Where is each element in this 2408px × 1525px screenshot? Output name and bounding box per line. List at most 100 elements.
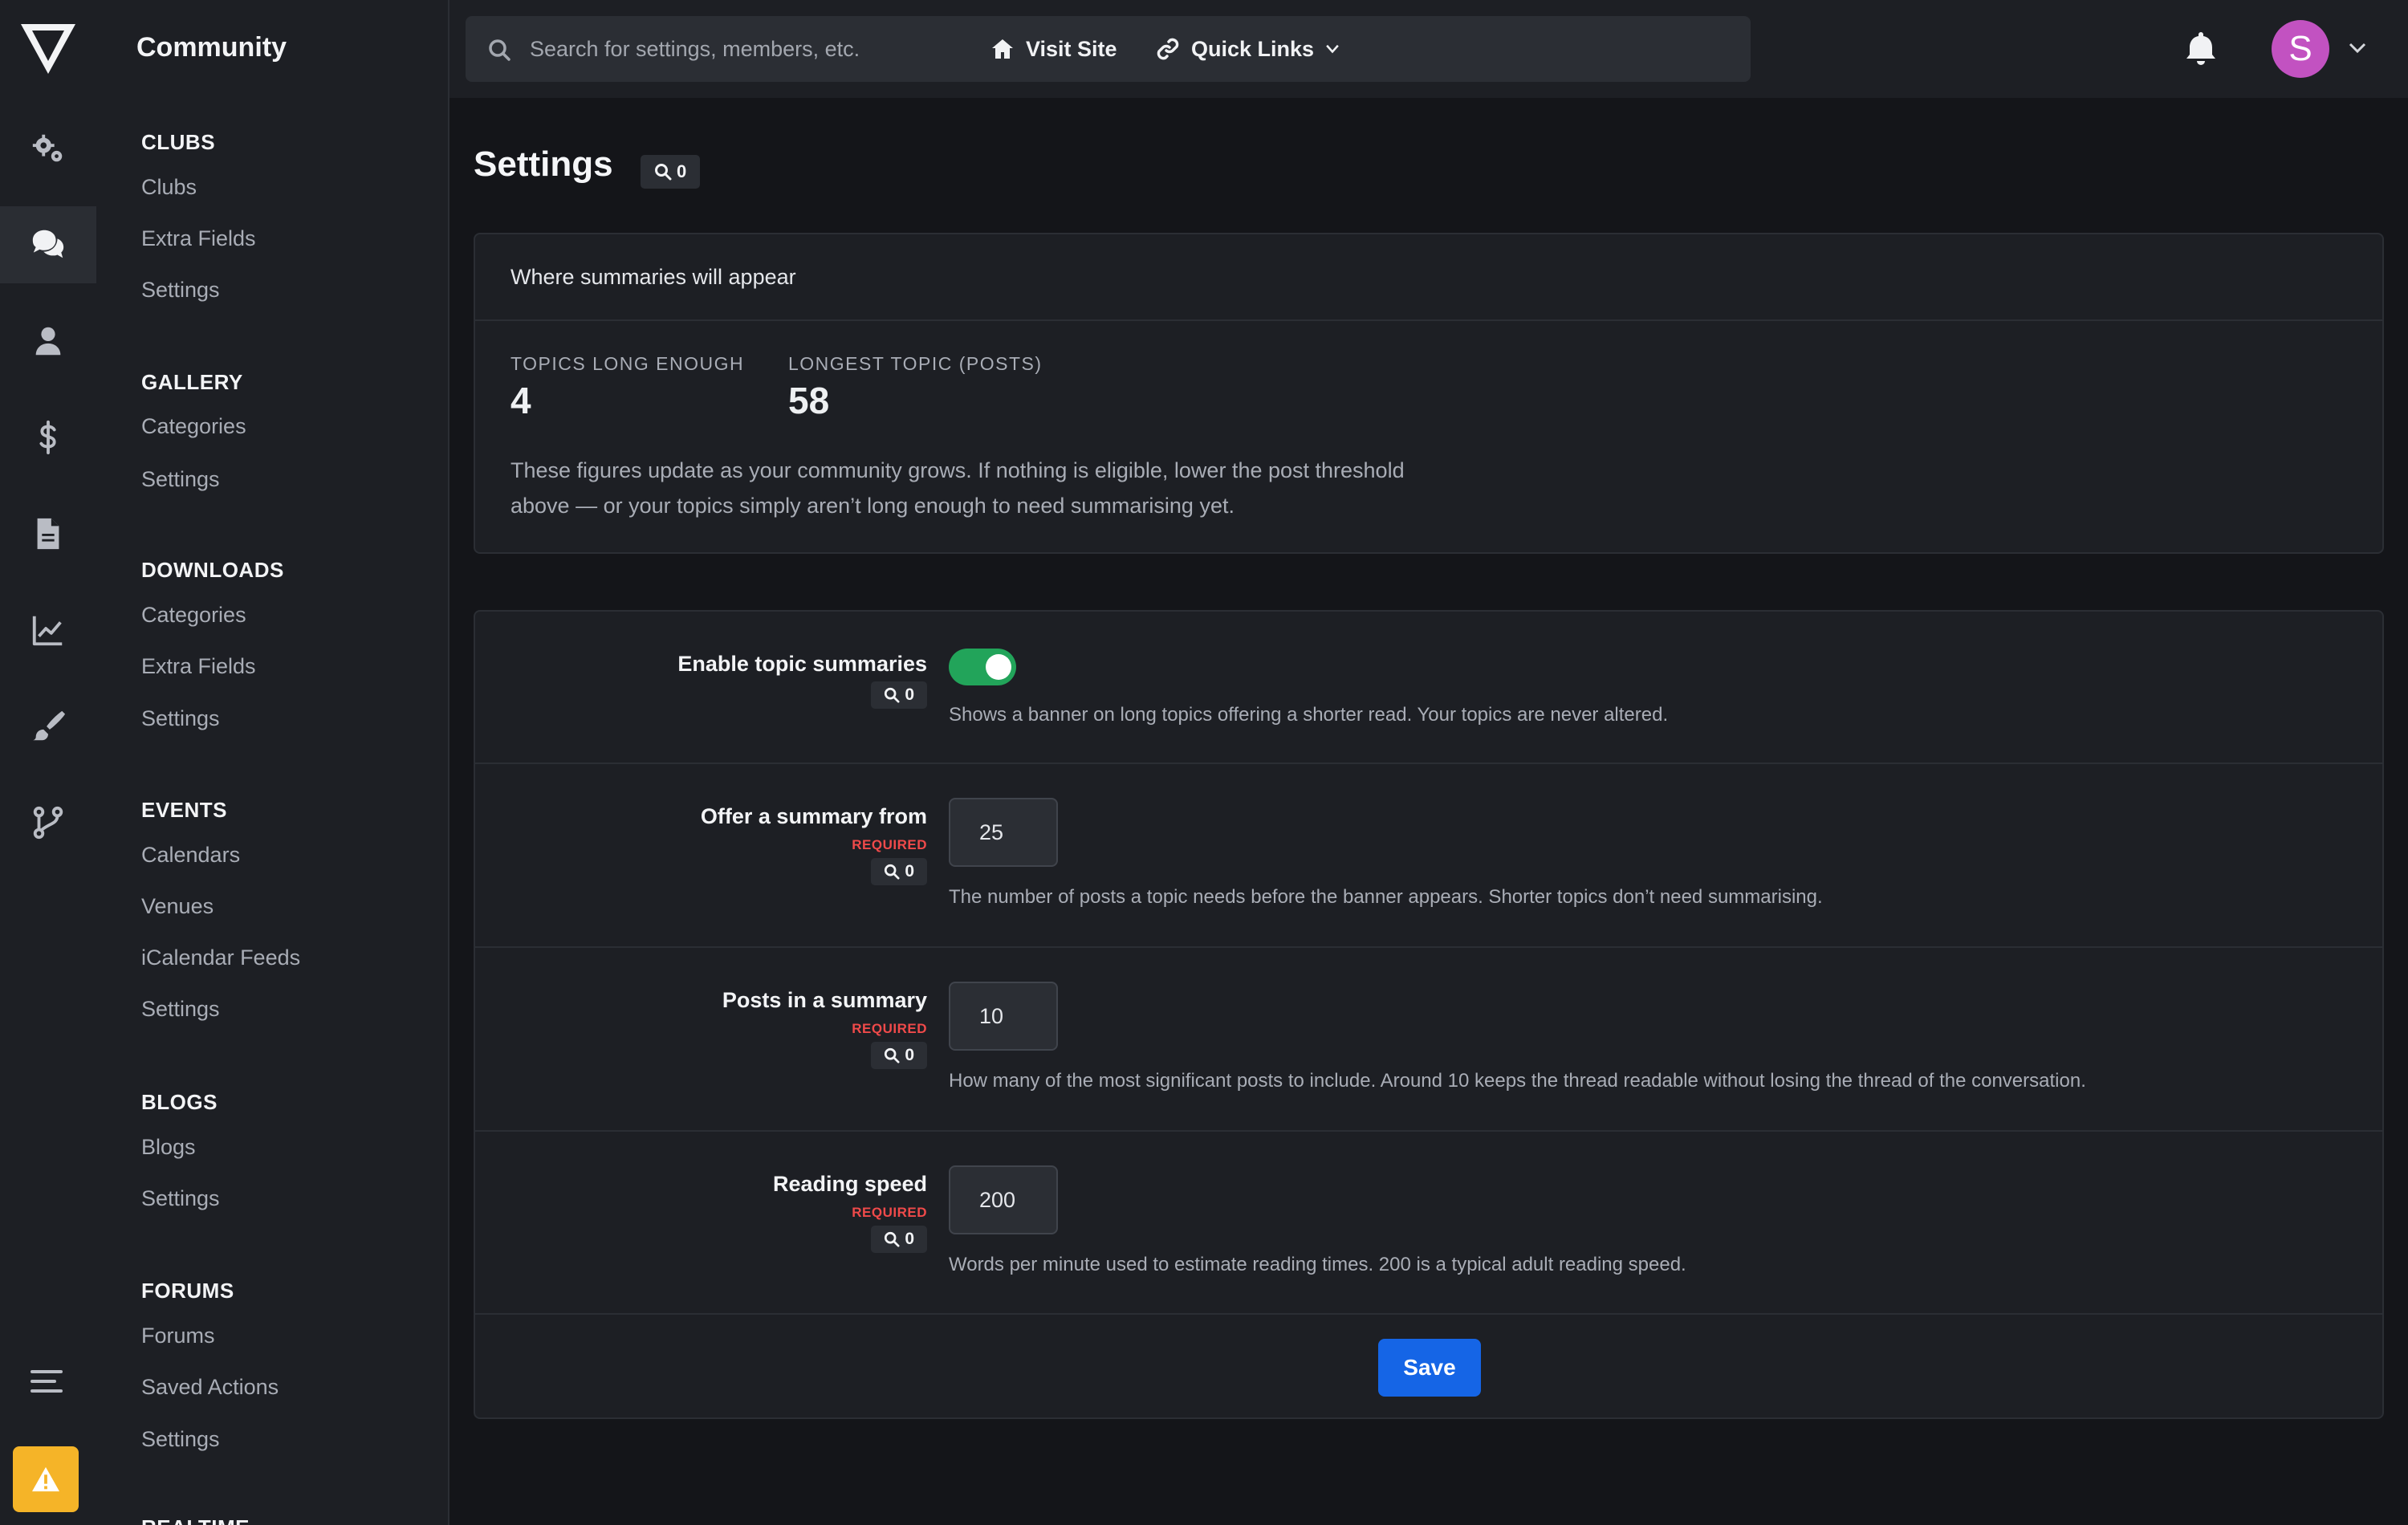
user-icon (35, 327, 61, 356)
setting-label: Reading speed (772, 1172, 927, 1196)
search-icon (885, 687, 900, 703)
setting-description: How many of the most significant posts t… (949, 1070, 2086, 1092)
card-heading: Where summaries will appear (475, 234, 2382, 321)
rail-item-members[interactable] (0, 303, 96, 380)
nav-link-forums-saved-actions[interactable]: Saved Actions (141, 1375, 279, 1400)
badge-count: 0 (905, 685, 914, 704)
nav-link-events-venues[interactable]: Venues (141, 894, 214, 919)
badge-count: 0 (677, 161, 687, 181)
nav-link-blogs[interactable]: Blogs (141, 1135, 196, 1160)
nav-link-clubs[interactable]: Clubs (141, 175, 197, 200)
chevron-down-icon (1326, 44, 1339, 54)
icon-rail (0, 0, 96, 1525)
nav-group-realtime: REALTIME (141, 1515, 250, 1525)
nav-link-events-icalendar-feeds[interactable]: iCalendar Feeds (141, 946, 300, 970)
stat-label-longest-topic: LONGEST TOPIC (POSTS) (788, 353, 1043, 374)
search-input[interactable] (530, 16, 1718, 82)
notifications-bell-icon[interactable] (2185, 31, 2217, 66)
rail-item-community[interactable] (0, 206, 96, 283)
logo-icon[interactable] (19, 22, 77, 75)
summary-eligibility-card: Where summaries will appear TOPICS LONG … (474, 233, 2384, 554)
setting-search-badge[interactable]: 0 (871, 1226, 927, 1253)
nav-link-downloads-settings[interactable]: Settings (141, 706, 220, 731)
badge-count: 0 (905, 862, 914, 880)
rail-item-customization[interactable] (0, 688, 96, 765)
quick-links-button[interactable]: Quick Links (1156, 29, 1340, 69)
nav-link-gallery-settings[interactable]: Settings (141, 467, 220, 492)
required-tag: REQUIRED (852, 1021, 927, 1036)
rail-item-system[interactable] (0, 110, 96, 187)
visit-site-label: Visit Site (1026, 36, 1117, 61)
nav-title: Community (136, 32, 287, 63)
setting-search-badge[interactable]: 0 (871, 1042, 927, 1069)
setting-row-reading-speed: Reading speed REQUIRED 0 Words per minut… (475, 1132, 2382, 1315)
nav-link-downloads-extra-fields[interactable]: Extra Fields (141, 654, 256, 679)
nav-link-downloads-categories[interactable]: Categories (141, 603, 246, 628)
user-avatar[interactable]: S (2272, 20, 2329, 78)
settings-form-card: Enable topic summaries 0 Shows a banner … (474, 610, 2384, 1419)
nav-link-blogs-settings[interactable]: Settings (141, 1186, 220, 1211)
search-keywords-badge[interactable]: 0 (641, 155, 701, 189)
secondary-nav: Community CLUBS Clubs Extra Fields Setti… (96, 0, 449, 1525)
setting-search-badge[interactable]: 0 (871, 858, 927, 885)
rail-item-content[interactable] (0, 495, 96, 572)
nav-group-blogs: BLOGS (141, 1090, 218, 1114)
nav-link-forums[interactable]: Forums (141, 1324, 215, 1348)
posts-in-summary-input[interactable] (949, 982, 1058, 1051)
nav-link-clubs-extra-fields[interactable]: Extra Fields (141, 226, 256, 251)
rail-item-stats[interactable] (0, 592, 96, 669)
nav-group-forums: FORUMS (141, 1279, 234, 1303)
comments-icon (32, 230, 64, 258)
nav-group-gallery: GALLERY (141, 370, 243, 394)
toggle-knob (986, 654, 1011, 680)
chevron-down-icon[interactable] (2349, 42, 2366, 55)
nav-link-clubs-settings[interactable]: Settings (141, 278, 220, 303)
nav-link-events-calendars[interactable]: Calendars (141, 843, 240, 868)
reading-speed-input[interactable] (949, 1165, 1058, 1234)
alert-button[interactable] (13, 1446, 79, 1512)
paintbrush-icon (32, 710, 66, 741)
link-icon (1157, 38, 1179, 60)
nav-link-events-settings[interactable]: Settings (141, 997, 220, 1022)
stats-note: These figures update as your community g… (510, 458, 1405, 518)
search-icon (489, 39, 510, 61)
search-icon (885, 1047, 900, 1063)
badge-count: 0 (905, 1230, 914, 1248)
setting-label: Posts in a summary (722, 988, 927, 1012)
offer-summary-from-input[interactable] (949, 798, 1058, 867)
quick-links-label: Quick Links (1191, 36, 1315, 61)
setting-row-offer-summary-from: Offer a summary from REQUIRED 0 The numb… (475, 764, 2382, 948)
visit-site-button[interactable]: Visit Site (990, 29, 1117, 69)
nav-group-events: EVENTS (141, 798, 228, 822)
search-icon (885, 1231, 900, 1247)
gears-icon (32, 134, 63, 162)
rail-item-developer[interactable] (0, 784, 96, 861)
search-icon (655, 164, 672, 181)
setting-label: Offer a summary from (700, 804, 927, 828)
setting-search-badge[interactable]: 0 (871, 681, 927, 709)
nav-link-forums-settings[interactable]: Settings (141, 1427, 220, 1452)
setting-description: The number of posts a topic needs before… (949, 886, 1823, 908)
nav-link-gallery-categories[interactable]: Categories (141, 414, 246, 439)
file-icon (37, 518, 59, 550)
rail-item-commerce[interactable] (0, 399, 96, 476)
badge-count: 0 (905, 1046, 914, 1064)
top-bar: Visit Site Quick Links S (449, 0, 2408, 98)
nav-group-clubs: CLUBS (141, 130, 216, 154)
save-button[interactable]: Save (1378, 1339, 1481, 1397)
page-title: Settings (474, 144, 613, 184)
setting-label: Enable topic summaries (677, 652, 927, 676)
setting-description: Shows a banner on long topics offering a… (949, 704, 1669, 726)
stat-value-longest-topic: 58 (788, 380, 830, 421)
enable-summaries-toggle[interactable] (949, 649, 1016, 685)
setting-row-posts-in-summary: Posts in a summary REQUIRED 0 How many o… (475, 948, 2382, 1132)
home-icon (992, 39, 1013, 59)
setting-description: Words per minute used to estimate readin… (949, 1254, 1686, 1275)
stat-value-topics-long-enough: 4 (510, 380, 531, 421)
warning-icon (32, 1466, 59, 1492)
stat-label-topics-long-enough: TOPICS LONG ENOUGH (510, 353, 745, 374)
setting-row-enable-summaries: Enable topic summaries 0 Shows a banner … (475, 612, 2382, 764)
menu-icon[interactable] (31, 1368, 63, 1394)
chart-line-icon (32, 616, 63, 646)
nav-group-downloads: DOWNLOADS (141, 558, 284, 582)
